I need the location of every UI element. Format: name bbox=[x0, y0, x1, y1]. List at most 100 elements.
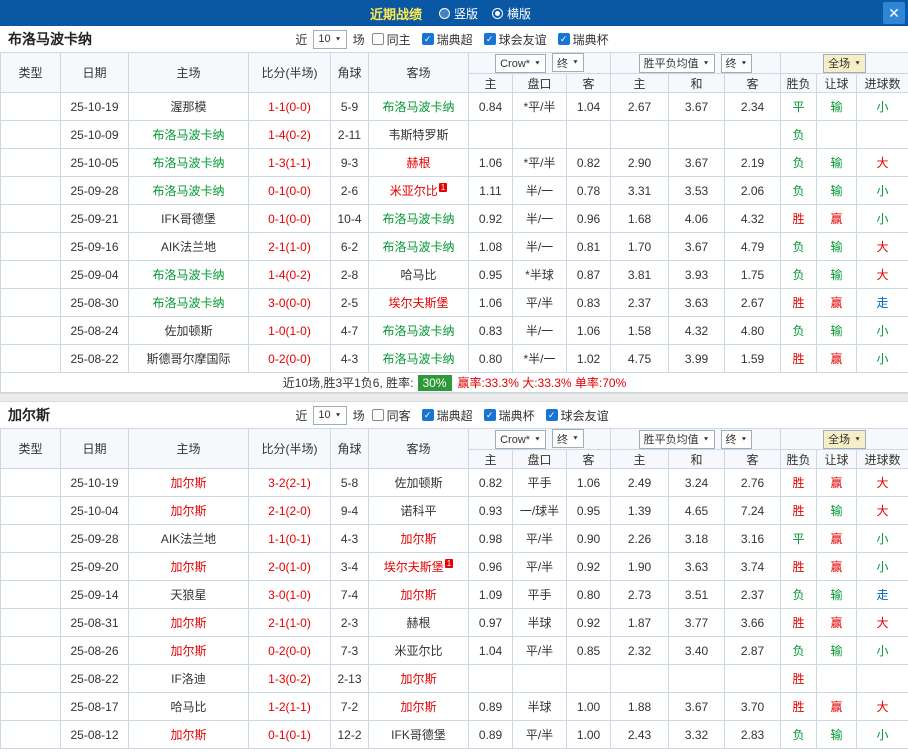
home-team-link[interactable]: 布洛马波卡纳 bbox=[152, 128, 224, 142]
avg-final-select[interactable]: 终 ▼ bbox=[720, 53, 753, 73]
home-team-link[interactable]: 加尔斯 bbox=[170, 560, 206, 574]
home-team-link[interactable]: 布洛马波卡纳 bbox=[152, 156, 224, 170]
recent-label: 近 bbox=[295, 408, 308, 423]
goals-result-cell-value: 大 bbox=[876, 240, 889, 254]
home-team-link[interactable]: 佐加顿斯 bbox=[164, 324, 212, 338]
match-count-select[interactable]: 10 ▼ bbox=[313, 29, 347, 49]
league-filter-checkbox-2[interactable]: 瑞典杯 bbox=[557, 31, 609, 48]
away-team-link[interactable]: 布洛马波卡纳 bbox=[382, 240, 454, 254]
match-row: 球会友谊 25-10-09 布洛马波卡纳 1-4(0-2) 2-11 韦斯特罗斯 负 bbox=[0, 120, 908, 149]
close-button[interactable]: ✕ bbox=[883, 2, 905, 24]
odds-home-cell: 1.11 bbox=[468, 176, 513, 205]
league-filter-checkbox-2[interactable]: 球会友谊 bbox=[545, 407, 609, 424]
avg-draw-cell: 3.53 bbox=[668, 176, 726, 205]
league-filter-checkbox-1[interactable]: 球会友谊 bbox=[483, 31, 547, 48]
score-cell: 3-0(0-0) bbox=[248, 288, 331, 317]
avg-draw-cell: 3.63 bbox=[668, 552, 726, 581]
odds-final-select[interactable]: 终 ▼ bbox=[551, 429, 584, 448]
handicap-result-cell-value: 输 bbox=[830, 504, 843, 518]
away-team-link[interactable]: 埃尔夫斯堡 bbox=[388, 296, 448, 310]
away-team-link[interactable]: 赫根 bbox=[406, 156, 430, 170]
away-team-link[interactable]: 加尔斯 bbox=[400, 700, 436, 714]
odds-home-cell: 1.06 bbox=[468, 288, 513, 317]
scope-select[interactable]: 全场 ▼ bbox=[823, 53, 867, 73]
home-team-link[interactable]: 哈马比 bbox=[170, 700, 206, 714]
corners-cell: 4-7 bbox=[330, 316, 369, 345]
away-team-link[interactable]: 赫根 bbox=[406, 616, 430, 630]
league-filter-checkbox-0[interactable]: 瑞典超 bbox=[421, 31, 473, 48]
home-team-link[interactable]: 布洛马波卡纳 bbox=[152, 184, 224, 198]
home-team-link[interactable]: 加尔斯 bbox=[170, 644, 206, 658]
scope-select[interactable]: 全场 ▼ bbox=[823, 429, 867, 449]
home-team-link[interactable]: 渥那模 bbox=[170, 100, 206, 114]
away-team-link[interactable]: 哈马比 bbox=[400, 268, 436, 282]
away-team-link[interactable]: 佐加顿斯 bbox=[394, 476, 442, 490]
odds-home-cell: 0.97 bbox=[468, 608, 513, 637]
type-cell: 瑞典超 bbox=[0, 176, 61, 205]
home-team-link[interactable]: AIK法兰地 bbox=[161, 532, 216, 546]
section-divider bbox=[0, 393, 908, 402]
match-row: 瑞典超 25-08-12 加尔斯 0-1(0-1) 12-2 IFK哥德堡 0.89 平/半 1… bbox=[0, 720, 908, 749]
avg-home-cell: 2.73 bbox=[610, 580, 670, 609]
goals-result-cell-value: 走 bbox=[876, 296, 889, 310]
away-team-link[interactable]: 韦斯特罗斯 bbox=[388, 128, 448, 142]
home-team-link[interactable]: 加尔斯 bbox=[170, 504, 206, 518]
avg-type-select[interactable]: 胜平负均值 ▼ bbox=[638, 53, 715, 73]
home-team-link[interactable]: 加尔斯 bbox=[170, 616, 206, 630]
avg-away-cell: 4.32 bbox=[724, 204, 782, 233]
home-cell: 斯德哥尔摩国际 bbox=[128, 344, 249, 373]
odds-away-cell bbox=[565, 664, 612, 693]
league-filter-checkbox-1[interactable]: 瑞典杯 bbox=[483, 407, 535, 424]
home-team-link[interactable]: 加尔斯 bbox=[170, 728, 206, 742]
match-row: 瑞典超 25-09-16 AIK法兰地 2-1(1-0) 6-2 布洛马波卡纳 1.08 半/… bbox=[0, 232, 908, 261]
bookmaker-select[interactable]: Crow* ▼ bbox=[495, 430, 546, 449]
home-team-link[interactable]: 加尔斯 bbox=[170, 476, 206, 490]
home-team-link[interactable]: IFK哥德堡 bbox=[161, 212, 216, 226]
avg-final-select[interactable]: 终 ▼ bbox=[720, 429, 753, 449]
away-cell: 布洛马波卡纳 bbox=[368, 344, 469, 373]
odds-away-cell: 1.02 bbox=[565, 344, 612, 373]
odds-final-select[interactable]: 终 ▼ bbox=[551, 53, 584, 72]
match-count-select[interactable]: 10 ▼ bbox=[313, 405, 347, 425]
away-team-link[interactable]: 布洛马波卡纳 bbox=[382, 352, 454, 366]
away-team-link[interactable]: 布洛马波卡纳 bbox=[382, 212, 454, 226]
same-venue-checkbox[interactable]: 同客 bbox=[371, 407, 411, 424]
odds-away-header: 客 bbox=[565, 73, 612, 93]
odds-home-cell: 0.84 bbox=[468, 92, 513, 121]
away-team-link[interactable]: 埃尔夫斯堡 1 bbox=[384, 559, 454, 574]
away-team-link[interactable]: 加尔斯 bbox=[400, 672, 436, 686]
odds-handicap-cell bbox=[512, 664, 567, 693]
away-team-link[interactable]: 加尔斯 bbox=[400, 588, 436, 602]
layout-horizontal-radio[interactable]: 横版 bbox=[492, 5, 531, 22]
away-team-link[interactable]: 加尔斯 bbox=[400, 532, 436, 546]
bookmaker-select[interactable]: Crow* ▼ bbox=[495, 54, 546, 73]
handicap-result-header: 让球 bbox=[816, 449, 858, 469]
league-filter-label: 瑞典超 bbox=[436, 32, 473, 47]
chevron-down-icon: ▼ bbox=[854, 436, 862, 442]
avg-draw-cell bbox=[668, 120, 726, 149]
layout-vertical-radio[interactable]: 竖版 bbox=[438, 5, 478, 22]
away-team-link[interactable]: 布洛马波卡纳 bbox=[382, 100, 454, 114]
home-team-link[interactable]: AIK法兰地 bbox=[161, 240, 216, 254]
same-venue-checkbox[interactable]: 同主 bbox=[371, 31, 411, 48]
home-team-link[interactable]: 天狼星 bbox=[170, 588, 206, 602]
avg-type-select[interactable]: 胜平负均值 ▼ bbox=[638, 429, 715, 449]
handicap-result-cell: 赢 bbox=[816, 692, 858, 721]
away-team-link[interactable]: 米亚尔比 bbox=[394, 644, 442, 658]
home-team-link[interactable]: 布洛马波卡纳 bbox=[152, 268, 224, 282]
away-team-link[interactable]: 米亚尔比 1 bbox=[390, 183, 448, 198]
type-cell: 瑞典超 bbox=[0, 608, 61, 637]
away-team-link[interactable]: 诺科平 bbox=[400, 504, 436, 518]
away-cell: 加尔斯 bbox=[368, 692, 469, 721]
home-team-link[interactable]: IF洛迪 bbox=[171, 672, 206, 686]
away-team-link[interactable]: 布洛马波卡纳 bbox=[382, 324, 454, 338]
odds-group-header: Crow* ▼ 终 ▼ bbox=[467, 428, 612, 450]
corners-cell: 10-4 bbox=[330, 204, 369, 233]
handicap-result-cell-value: 赢 bbox=[830, 616, 843, 630]
home-team-link[interactable]: 布洛马波卡纳 bbox=[152, 296, 224, 310]
avg-final-select-value: 终 bbox=[725, 58, 737, 70]
handicap-result-cell: 赢 bbox=[816, 608, 858, 637]
home-team-link[interactable]: 斯德哥尔摩国际 bbox=[146, 352, 230, 366]
league-filter-checkbox-0[interactable]: 瑞典超 bbox=[421, 407, 473, 424]
away-team-link[interactable]: IFK哥德堡 bbox=[391, 728, 446, 742]
